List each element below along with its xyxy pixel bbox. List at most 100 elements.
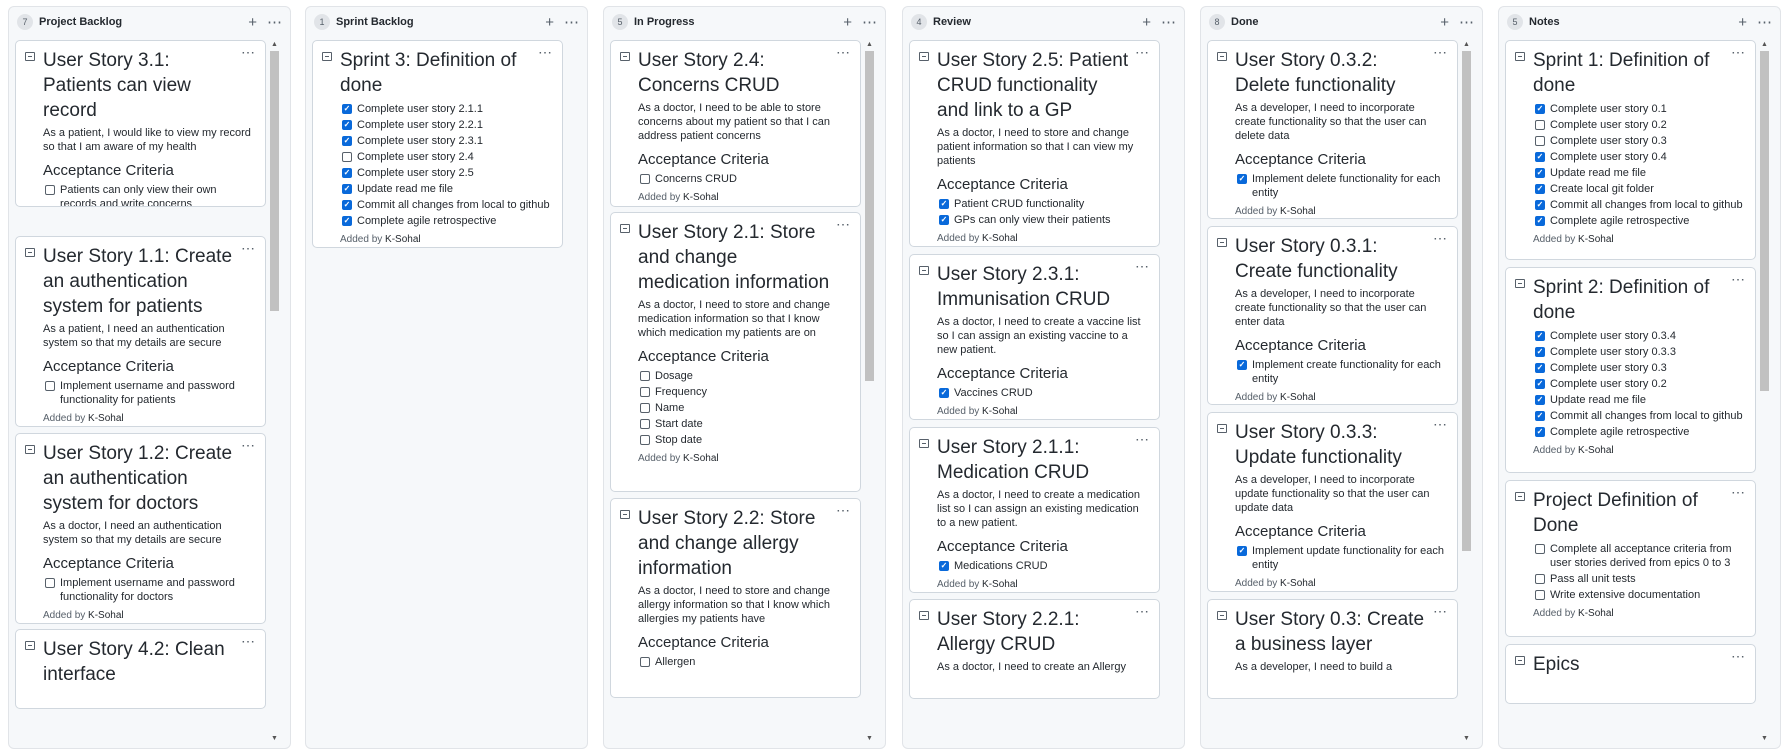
more-horizontal-icon[interactable]: ⋯ — [241, 633, 256, 650]
checkbox-checked[interactable]: ✓ — [1535, 411, 1545, 421]
scroll-up-arrow[interactable]: ▲ — [1461, 40, 1472, 50]
note-card[interactable]: ⋯ User Story 3.1: Patients can view recor… — [15, 40, 266, 207]
more-horizontal-icon[interactable]: ⋯ — [241, 240, 256, 257]
plus-icon[interactable]: + — [1738, 15, 1747, 30]
note-card[interactable]: ⋯ User Story 4.2: Clean interface — [15, 629, 266, 709]
scroll-up-arrow[interactable]: ▲ — [269, 40, 280, 50]
note-card[interactable]: ⋯ User Story 2.2: Store and change allerg… — [610, 498, 861, 698]
more-horizontal-icon[interactable]: ⋯ — [836, 216, 851, 233]
checkbox-unchecked[interactable] — [640, 419, 650, 429]
checkbox-unchecked[interactable] — [1535, 120, 1545, 130]
checkbox-checked[interactable]: ✓ — [342, 168, 352, 178]
author-name[interactable]: K-Sohal — [1578, 445, 1614, 456]
checkbox-checked[interactable]: ✓ — [1535, 104, 1545, 114]
author-name[interactable]: K-Sohal — [1578, 234, 1614, 245]
author-name[interactable]: K-Sohal — [385, 234, 421, 245]
note-card[interactable]: ⋯ User Story 2.5: Patient CRUD functional… — [909, 40, 1160, 247]
scrollbar-thumb[interactable] — [1462, 51, 1471, 551]
more-horizontal-icon[interactable]: ⋯ — [1731, 44, 1746, 61]
more-horizontal-icon[interactable]: ⋯ — [241, 44, 256, 61]
checkbox-unchecked[interactable] — [640, 435, 650, 445]
checkbox-checked[interactable]: ✓ — [1535, 168, 1545, 178]
more-horizontal-icon[interactable]: ⋯ — [836, 44, 851, 61]
checkbox-unchecked[interactable] — [1535, 590, 1545, 600]
more-horizontal-icon[interactable]: ⋯ — [1433, 416, 1448, 433]
checkbox-unchecked[interactable] — [640, 403, 650, 413]
author-name[interactable]: K-Sohal — [1280, 392, 1316, 403]
checkbox-checked[interactable]: ✓ — [1535, 395, 1545, 405]
checkbox-checked[interactable]: ✓ — [939, 199, 949, 209]
plus-icon[interactable]: + — [1440, 15, 1449, 30]
checkbox-unchecked[interactable] — [45, 578, 55, 588]
more-horizontal-icon[interactable]: ⋯ — [1459, 15, 1474, 30]
note-card[interactable]: ⋯ User Story 0.3: Create a business layer… — [1207, 599, 1458, 699]
more-horizontal-icon[interactable]: ⋯ — [1135, 603, 1150, 620]
author-name[interactable]: K-Sohal — [1280, 206, 1316, 217]
checkbox-checked[interactable]: ✓ — [939, 388, 949, 398]
more-horizontal-icon[interactable]: ⋯ — [1135, 431, 1150, 448]
checkbox-checked[interactable]: ✓ — [1535, 331, 1545, 341]
checkbox-checked[interactable]: ✓ — [1535, 363, 1545, 373]
more-horizontal-icon[interactable]: ⋯ — [1731, 271, 1746, 288]
note-card[interactable]: ⋯ User Story 1.2: Create an authenticatio… — [15, 433, 266, 624]
note-card[interactable]: ⋯ User Story 1.1: Create an authenticatio… — [15, 236, 266, 427]
author-name[interactable]: K-Sohal — [982, 579, 1018, 590]
checkbox-checked[interactable]: ✓ — [1535, 216, 1545, 226]
note-card[interactable]: ⋯ User Story 2.1.1: Medication CRUD As a d… — [909, 427, 1160, 593]
scroll-down-arrow[interactable]: ▼ — [269, 734, 280, 744]
scrollbar[interactable]: ▲ ▼ — [1461, 40, 1472, 744]
checkbox-checked[interactable]: ✓ — [1535, 200, 1545, 210]
note-card[interactable]: ⋯ User Story 2.2.1: Allergy CRUD As a doct… — [909, 599, 1160, 699]
checkbox-checked[interactable]: ✓ — [342, 184, 352, 194]
scroll-down-arrow[interactable]: ▼ — [1461, 734, 1472, 744]
note-card[interactable]: ⋯ User Story 2.1: Store and change medica… — [610, 212, 861, 492]
scroll-up-arrow[interactable]: ▲ — [1759, 40, 1770, 50]
scroll-up-arrow[interactable]: ▲ — [864, 40, 875, 50]
checkbox-unchecked[interactable] — [640, 174, 650, 184]
note-card[interactable]: ⋯ User Story 0.3.3: Update functionality A… — [1207, 412, 1458, 592]
checkbox-unchecked[interactable] — [1535, 544, 1545, 554]
more-horizontal-icon[interactable]: ⋯ — [1135, 44, 1150, 61]
scroll-down-arrow[interactable]: ▼ — [864, 734, 875, 744]
checkbox-checked[interactable]: ✓ — [1535, 152, 1545, 162]
scroll-down-arrow[interactable]: ▼ — [1759, 734, 1770, 744]
checkbox-checked[interactable]: ✓ — [1535, 379, 1545, 389]
author-name[interactable]: K-Sohal — [1280, 578, 1316, 589]
note-card[interactable]: ⋯ Project Definition of Done Complete all … — [1505, 480, 1756, 637]
more-horizontal-icon[interactable]: ⋯ — [1135, 258, 1150, 275]
checkbox-checked[interactable]: ✓ — [342, 120, 352, 130]
scrollbar[interactable]: ▲ ▼ — [864, 40, 875, 744]
plus-icon[interactable]: + — [1142, 15, 1151, 30]
checkbox-checked[interactable]: ✓ — [1535, 427, 1545, 437]
checkbox-unchecked[interactable] — [1535, 136, 1545, 146]
checkbox-checked[interactable]: ✓ — [939, 561, 949, 571]
author-name[interactable]: K-Sohal — [683, 192, 719, 203]
author-name[interactable]: K-Sohal — [1578, 608, 1614, 619]
note-card[interactable]: ⋯ Sprint 1: Definition of done ✓ Complete u… — [1505, 40, 1756, 260]
more-horizontal-icon[interactable]: ⋯ — [1731, 648, 1746, 665]
plus-icon[interactable]: + — [843, 15, 852, 30]
author-name[interactable]: K-Sohal — [88, 610, 124, 621]
checkbox-unchecked[interactable] — [45, 381, 55, 391]
checkbox-checked[interactable]: ✓ — [1237, 546, 1247, 556]
author-name[interactable]: K-Sohal — [88, 413, 124, 424]
checkbox-unchecked[interactable] — [342, 152, 352, 162]
note-card[interactable]: ⋯ User Story 2.3.1: Immunisation CRUD As a… — [909, 254, 1160, 420]
scrollbar-thumb[interactable] — [865, 51, 874, 381]
checkbox-checked[interactable]: ✓ — [1237, 174, 1247, 184]
author-name[interactable]: K-Sohal — [683, 453, 719, 464]
more-horizontal-icon[interactable]: ⋯ — [1433, 230, 1448, 247]
more-horizontal-icon[interactable]: ⋯ — [1731, 484, 1746, 501]
note-card[interactable]: ⋯ Sprint 3: Definition of done ✓ Complete u… — [312, 40, 563, 248]
more-horizontal-icon[interactable]: ⋯ — [1757, 15, 1772, 30]
more-horizontal-icon[interactable]: ⋯ — [862, 15, 877, 30]
more-horizontal-icon[interactable]: ⋯ — [241, 437, 256, 454]
scrollbar[interactable]: ▲ ▼ — [1759, 40, 1770, 744]
checkbox-unchecked[interactable] — [640, 371, 650, 381]
more-horizontal-icon[interactable]: ⋯ — [538, 44, 553, 61]
more-horizontal-icon[interactable]: ⋯ — [564, 15, 579, 30]
note-card[interactable]: ⋯ User Story 0.3.1: Create functionality A… — [1207, 226, 1458, 405]
more-horizontal-icon[interactable]: ⋯ — [1433, 44, 1448, 61]
checkbox-checked[interactable]: ✓ — [342, 136, 352, 146]
note-card[interactable]: ⋯ User Story 2.4: Concerns CRUD As a docto… — [610, 40, 861, 207]
